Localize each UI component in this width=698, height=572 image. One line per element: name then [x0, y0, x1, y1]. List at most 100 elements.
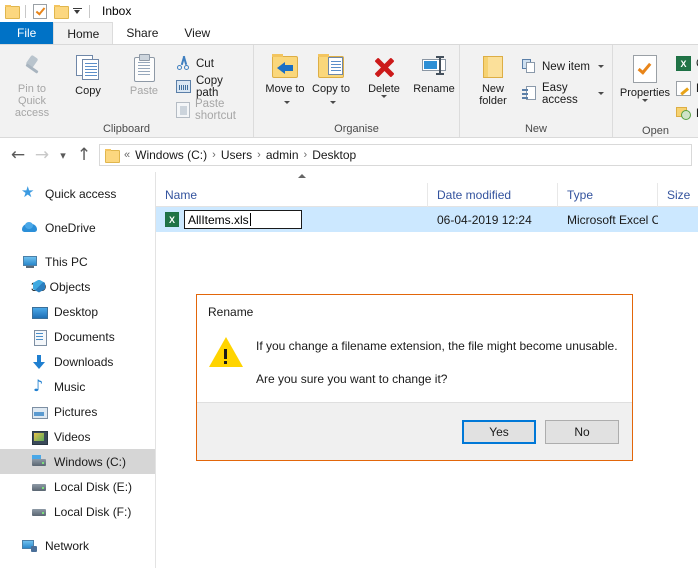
new-folder-button[interactable]: New folder [468, 49, 518, 107]
edit-icon [676, 81, 691, 96]
folder-icon [105, 149, 120, 163]
address-input[interactable]: « Windows (C:) › Users › admin › Desktop [99, 144, 692, 166]
sidebar-item-label: Music [54, 379, 86, 394]
forward-button[interactable]: → [30, 142, 54, 168]
sidebar-item-label: This PC [45, 254, 88, 269]
sidebar-item-windows-c[interactable]: Windows (C:) [0, 449, 155, 474]
copy-path-label: Copy path [196, 74, 223, 99]
dialog-body: If you change a filename extension, the … [197, 328, 632, 400]
sidebar-item-music[interactable]: Music [0, 374, 155, 399]
excel-file-icon [165, 212, 179, 227]
up-arrow-icon: ↑ [76, 144, 92, 165]
rename-button[interactable]: Rename [408, 49, 460, 95]
column-header-size[interactable]: Size [658, 183, 698, 207]
sidebar-item-network[interactable]: Network [0, 533, 155, 558]
sidebar-item-onedrive[interactable]: OneDrive [0, 215, 155, 240]
dialog-title: Rename [208, 304, 254, 319]
breadcrumb-windows-c[interactable]: Windows (C:) [131, 148, 211, 162]
paste-button[interactable]: Paste [116, 49, 172, 97]
sidebar-item-label: Videos [54, 429, 91, 444]
file-name-cell[interactable]: AllItems.xls [156, 207, 428, 232]
pin-to-quick-access-button[interactable]: Pin to Quick access [4, 49, 60, 119]
sidebar-item-local-disk-e[interactable]: Local Disk (E:) [0, 474, 155, 499]
sidebar-item-label: Pictures [54, 404, 98, 419]
paste-shortcut-icon [176, 101, 190, 118]
chevron-down-icon [329, 101, 336, 104]
rename-icon [419, 54, 449, 80]
sidebar-item-label: Network [45, 538, 90, 553]
sidebar-item-label: OneDrive [45, 220, 96, 235]
sidebar-item-quick-access[interactable]: Quick access [0, 181, 155, 206]
new-folder-icon [478, 54, 508, 80]
ribbon-group-open: Properties Op Edi His [612, 45, 698, 137]
move-to-label: Move to [265, 83, 305, 95]
cut-button[interactable]: Cut [172, 53, 249, 74]
forward-arrow-icon: → [34, 144, 50, 165]
ribbon-group-organise: Move to Copy to Delete Rename Organise [253, 45, 460, 137]
file-date-modified-cell: 06-04-2019 12:24 [437, 212, 532, 227]
tab-home[interactable]: Home [53, 22, 114, 44]
recent-locations-button[interactable]: ▾ [54, 142, 72, 168]
sidebar-item-pictures[interactable]: Pictures [0, 399, 155, 424]
breadcrumb-admin[interactable]: admin [262, 148, 303, 162]
properties-page-icon [628, 54, 662, 84]
sidebar-item-this-pc[interactable]: This PC [0, 249, 155, 274]
tab-view[interactable]: View [171, 22, 223, 44]
paste-shortcut-label: Paste shortcut [195, 97, 236, 122]
table-row[interactable]: AllItems.xls 06-04-2019 12:24 Microsoft … [156, 207, 698, 232]
breadcrumb-overflow[interactable]: « [123, 149, 131, 161]
windows-drive-icon [31, 454, 47, 470]
copy-button[interactable]: Copy [60, 49, 116, 97]
column-header-date-modified[interactable]: Date modified [428, 182, 558, 207]
delete-label: Delete [368, 83, 400, 95]
column-headers: Name Date modified Type Size [156, 182, 698, 207]
new-item-button[interactable]: New item [518, 56, 608, 77]
properties-icon[interactable] [33, 3, 47, 19]
back-button[interactable]: ← [6, 142, 30, 168]
breadcrumb-users[interactable]: Users [217, 148, 256, 162]
no-button[interactable]: No [545, 419, 619, 444]
sidebar-item-desktop[interactable]: Desktop [0, 299, 155, 324]
local-disk-icon [31, 479, 47, 495]
open-button[interactable]: Op [672, 53, 698, 74]
delete-icon [371, 54, 397, 80]
copy-to-button[interactable]: Copy to [308, 49, 354, 107]
file-type-cell: Microsoft Excel C... [567, 212, 658, 227]
paste-shortcut-button[interactable]: Paste shortcut [172, 97, 249, 122]
tab-share[interactable]: Share [113, 22, 171, 44]
tab-file[interactable]: File [0, 22, 54, 44]
properties-button[interactable]: Properties [618, 49, 672, 102]
up-button[interactable]: ↑ [72, 142, 96, 168]
sidebar-item-local-disk-f[interactable]: Local Disk (F:) [0, 499, 155, 524]
this-pc-icon [22, 254, 38, 270]
yes-button[interactable]: Yes [462, 419, 536, 444]
history-button[interactable]: His [672, 103, 698, 124]
breadcrumb-desktop[interactable]: Desktop [308, 148, 360, 162]
edit-button[interactable]: Edi [672, 78, 698, 99]
rename-input[interactable]: AllItems.xls [184, 210, 302, 229]
move-to-icon [270, 54, 300, 80]
sidebar-item-downloads[interactable]: Downloads [0, 349, 155, 374]
dialog-message-line1: If you change a filename extension, the … [256, 339, 618, 353]
dialog-messages: If you change a filename extension, the … [244, 331, 618, 400]
column-header-type[interactable]: Type [558, 182, 658, 207]
music-icon [31, 376, 47, 395]
folder-icon[interactable] [5, 5, 20, 19]
column-header-name[interactable]: Name [156, 182, 428, 207]
customize-chevron-icon[interactable] [72, 6, 83, 17]
copy-path-button[interactable]: Copy path [172, 74, 249, 99]
titlebar-divider [25, 4, 26, 18]
easy-access-icon [522, 86, 537, 101]
folder-icon[interactable] [54, 5, 69, 19]
easy-access-button[interactable]: Easy access [518, 82, 608, 106]
new-item-icon [522, 59, 537, 74]
move-to-button[interactable]: Move to [262, 49, 308, 107]
rename-input-value: AllItems.xls [188, 212, 249, 227]
sidebar-item-videos[interactable]: Videos [0, 424, 155, 449]
delete-button[interactable]: Delete [360, 49, 408, 98]
sidebar-item-label: Documents [54, 329, 115, 344]
sidebar-item-documents[interactable]: Documents [0, 324, 155, 349]
sidebar-item-3d-objects[interactable]: 3D Objects [0, 274, 155, 299]
chevron-down-icon [598, 92, 604, 95]
desktop-icon [31, 304, 48, 320]
